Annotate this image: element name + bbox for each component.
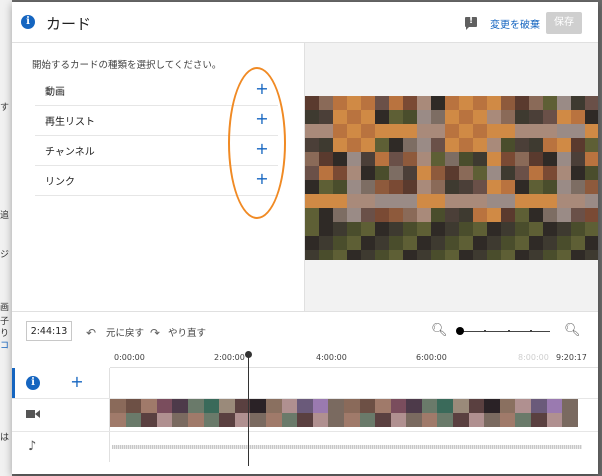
undo-button[interactable]: 元に戻す	[106, 325, 144, 339]
ruler-label: 6:00:00	[416, 353, 447, 362]
video-track	[12, 399, 598, 432]
timeline-editor: 2:44:13 ↶ 元に戻す ↷ やり直す 🔍︎ 🔍︎ 0:00:00 2:00…	[12, 311, 598, 474]
card-type-label: 再生リスト	[45, 117, 95, 128]
timecode-field[interactable]: 2:44:13	[26, 321, 72, 341]
video-preview[interactable]	[305, 96, 598, 260]
card-type-label: リンク	[45, 177, 75, 188]
redo-button[interactable]: やり直す	[168, 325, 206, 339]
zoom-tick	[484, 330, 486, 332]
cards-track[interactable]: i +	[12, 368, 598, 399]
video-preview-pane	[304, 43, 598, 311]
audio-track: ♪	[12, 432, 598, 462]
discard-changes-button[interactable]: 変更を破棄	[490, 16, 540, 31]
video-thumbnail-strip	[110, 399, 578, 427]
save-button[interactable]: 保存	[546, 12, 582, 34]
video-track-header	[12, 399, 110, 431]
ruler-label: 9:20:17	[556, 353, 587, 362]
add-card-icon[interactable]: +	[70, 372, 84, 392]
card-type-picker: 開始するカードの種類を選択してください。 動画 + 再生リスト + チャンネル …	[12, 43, 304, 311]
background-text: す	[0, 103, 10, 113]
zoom-in-icon[interactable]: 🔍︎	[564, 323, 581, 338]
feedback-icon[interactable]	[465, 16, 477, 30]
background-text: は	[0, 433, 10, 443]
card-type-label: チャンネル	[45, 147, 95, 158]
zoom-slider-thumb[interactable]	[456, 327, 464, 335]
picker-prompt: 開始するカードの種類を選択してください。	[32, 60, 222, 71]
video-camera-icon	[26, 410, 40, 418]
highlight-ellipse-annotation	[228, 67, 286, 219]
background-page-strip: す 追 ジ 画 子 り コ は	[0, 0, 12, 476]
dialog-title: カード	[46, 15, 92, 33]
zoom-slider-track[interactable]	[460, 331, 550, 332]
audio-track-header: ♪	[12, 432, 110, 462]
music-note-icon: ♪	[28, 439, 37, 454]
card-type-label: 動画	[45, 87, 65, 98]
zoom-out-icon[interactable]: 🔍︎	[431, 323, 448, 338]
audio-waveform	[112, 445, 582, 449]
ruler-label: 4:00:00	[316, 353, 347, 362]
background-link: コ	[0, 341, 10, 351]
zoom-tick	[508, 330, 510, 332]
dialog-header: i カード 変更を破棄 保存	[12, 2, 598, 43]
undo-icon[interactable]: ↶	[86, 326, 96, 340]
info-icon: i	[21, 15, 35, 29]
background-text: ジ	[0, 250, 10, 260]
background-text: 追	[0, 211, 10, 221]
playhead[interactable]	[248, 354, 249, 466]
time-ruler[interactable]: 0:00:00 2:00:00 4:00:00 6:00:00 8:00:00 …	[110, 347, 598, 368]
info-icon: i	[26, 376, 40, 390]
ruler-label: 2:00:00	[214, 353, 245, 362]
background-text: 画	[0, 303, 10, 313]
ruler-label: 8:00:00	[518, 353, 549, 362]
cards-dialog: i カード 変更を破棄 保存 開始するカードの種類を選択してください。 動画 +…	[12, 2, 598, 474]
zoom-tick	[530, 330, 532, 332]
active-track-indicator	[12, 368, 15, 398]
cards-track-header: i +	[12, 368, 110, 398]
redo-icon[interactable]: ↷	[150, 326, 160, 340]
ruler-label: 0:00:00	[114, 353, 145, 362]
